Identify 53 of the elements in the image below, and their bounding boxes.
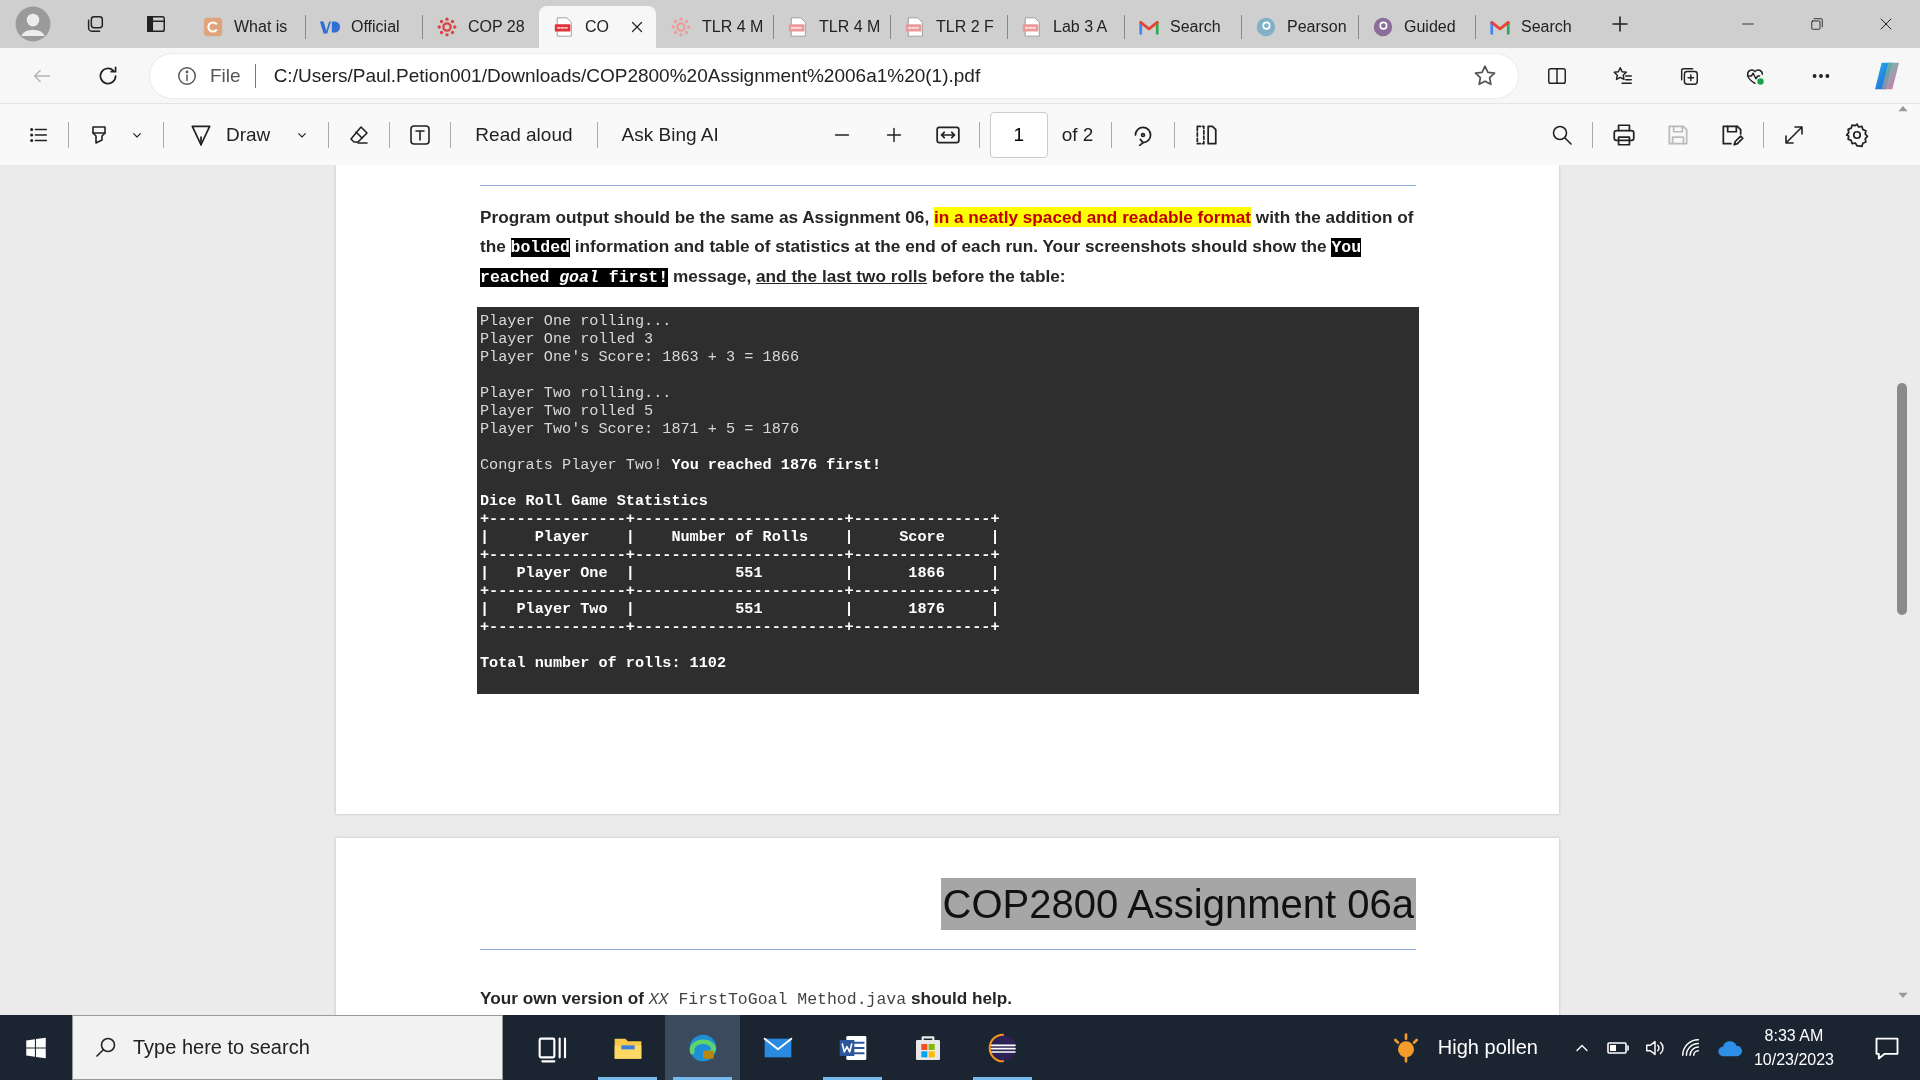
- console-line: Dice Roll Game Statistics: [480, 491, 709, 510]
- search-field[interactable]: Type here to search: [72, 1015, 503, 1080]
- browser-tab[interactable]: Pearson: [1241, 6, 1358, 48]
- clock[interactable]: 8:33 AM 10/23/2023: [1753, 1023, 1834, 1072]
- console-line: | Player | Number of Rolls | Score |: [480, 527, 1001, 546]
- console-line: | Player Two | 551 | 1876 |: [480, 599, 1001, 618]
- console-line: +---------------+-----------------------+---------------+: [480, 581, 1001, 600]
- browser-tab[interactable]: CO: [539, 6, 656, 48]
- console-line: Player Two's Score: 1871 + 5 = 1876: [480, 419, 800, 438]
- browser-tab[interactable]: Official: [305, 6, 422, 48]
- console-line: Player One's Score: 1863 + 3 = 1866: [480, 347, 800, 366]
- browser-tab[interactable]: Search: [1475, 6, 1592, 48]
- print-icon[interactable]: [1611, 121, 1637, 148]
- date-label: 10/23/2023: [1753, 1049, 1834, 1070]
- console-line: Total number of rolls: 1102: [480, 653, 728, 672]
- page-count-label: of 2: [1061, 123, 1094, 146]
- ask-ai-button[interactable]: Ask Bing AI: [615, 119, 725, 150]
- console-line: Player Two rolled 5: [480, 401, 655, 420]
- console-line: Congrats Player Two! You reached 1876 first!: [480, 455, 883, 474]
- scheme-label: File: [210, 63, 256, 88]
- console-line: +---------------+-----------------------+---------------+: [480, 617, 1001, 636]
- console-line: Player One rolling...: [480, 311, 673, 330]
- browser-tab[interactable]: What is: [188, 6, 305, 48]
- url-text: C:/Users/Paul.Petion001/Downloads/COP2800%20Assignment%2006a1%20(1).pdf: [273, 64, 982, 87]
- info-icon[interactable]: [176, 64, 198, 87]
- draw-button[interactable]: Draw: [182, 117, 277, 152]
- browser-tab[interactable]: COP 28: [422, 6, 539, 48]
- address-field[interactable]: File C:/Users/Paul.Petion001/Downloads/COP2800%20Assignment%2006a1%20(1).pdf: [150, 53, 1518, 98]
- browser-tab[interactable]: Search: [1124, 6, 1241, 48]
- console-line: +---------------+-----------------------+---------------+: [480, 545, 1001, 564]
- document-title: COP2800 Assignment 06a: [940, 878, 1416, 930]
- console-line: +---------------+-----------------------+---------------+: [480, 509, 1001, 528]
- wifi-icon[interactable]: [1679, 1036, 1702, 1059]
- weather-label[interactable]: High pollen: [1437, 1036, 1538, 1059]
- text-box-icon[interactable]: [408, 122, 433, 147]
- browser-tab[interactable]: TLR 4 M: [773, 6, 890, 48]
- browser-tab[interactable]: Lab 3 A: [1007, 6, 1124, 48]
- striped-circle-icon: [986, 1031, 1019, 1064]
- read-aloud-button[interactable]: Read aloud: [469, 119, 579, 150]
- browser-tab[interactable]: TLR 4 M: [656, 6, 773, 48]
- time-label: 8:33 AM: [1764, 1025, 1824, 1046]
- instruction-paragraph: Your own version of XX FirstToGoal Method.java should help.: [480, 989, 1014, 1009]
- console-line: Player Two rolling...: [480, 383, 673, 402]
- console-line: Player One rolled 3: [480, 329, 655, 348]
- console-line: | Player One | 551 | 1866 |: [480, 563, 1001, 582]
- scrollbar-thumb[interactable]: [1897, 383, 1907, 615]
- settings-icon[interactable]: [1844, 121, 1870, 148]
- browser-tab[interactable]: TLR 2 F: [890, 6, 1007, 48]
- tab-actions-icon[interactable]: [145, 13, 167, 35]
- page-number-field[interactable]: 1: [989, 111, 1048, 158]
- instruction-paragraph: Program output should be the same as Assignment 06, in a neatly spaced and readable format with the addition of the bolded information and table of statistics at the end of each run. Your screenshots should show the You reached goal first! message, and the last two rolls before the table:: [480, 206, 1415, 289]
- favorites-icon[interactable]: [1612, 64, 1634, 87]
- browser-tab[interactable]: Guided: [1358, 6, 1475, 48]
